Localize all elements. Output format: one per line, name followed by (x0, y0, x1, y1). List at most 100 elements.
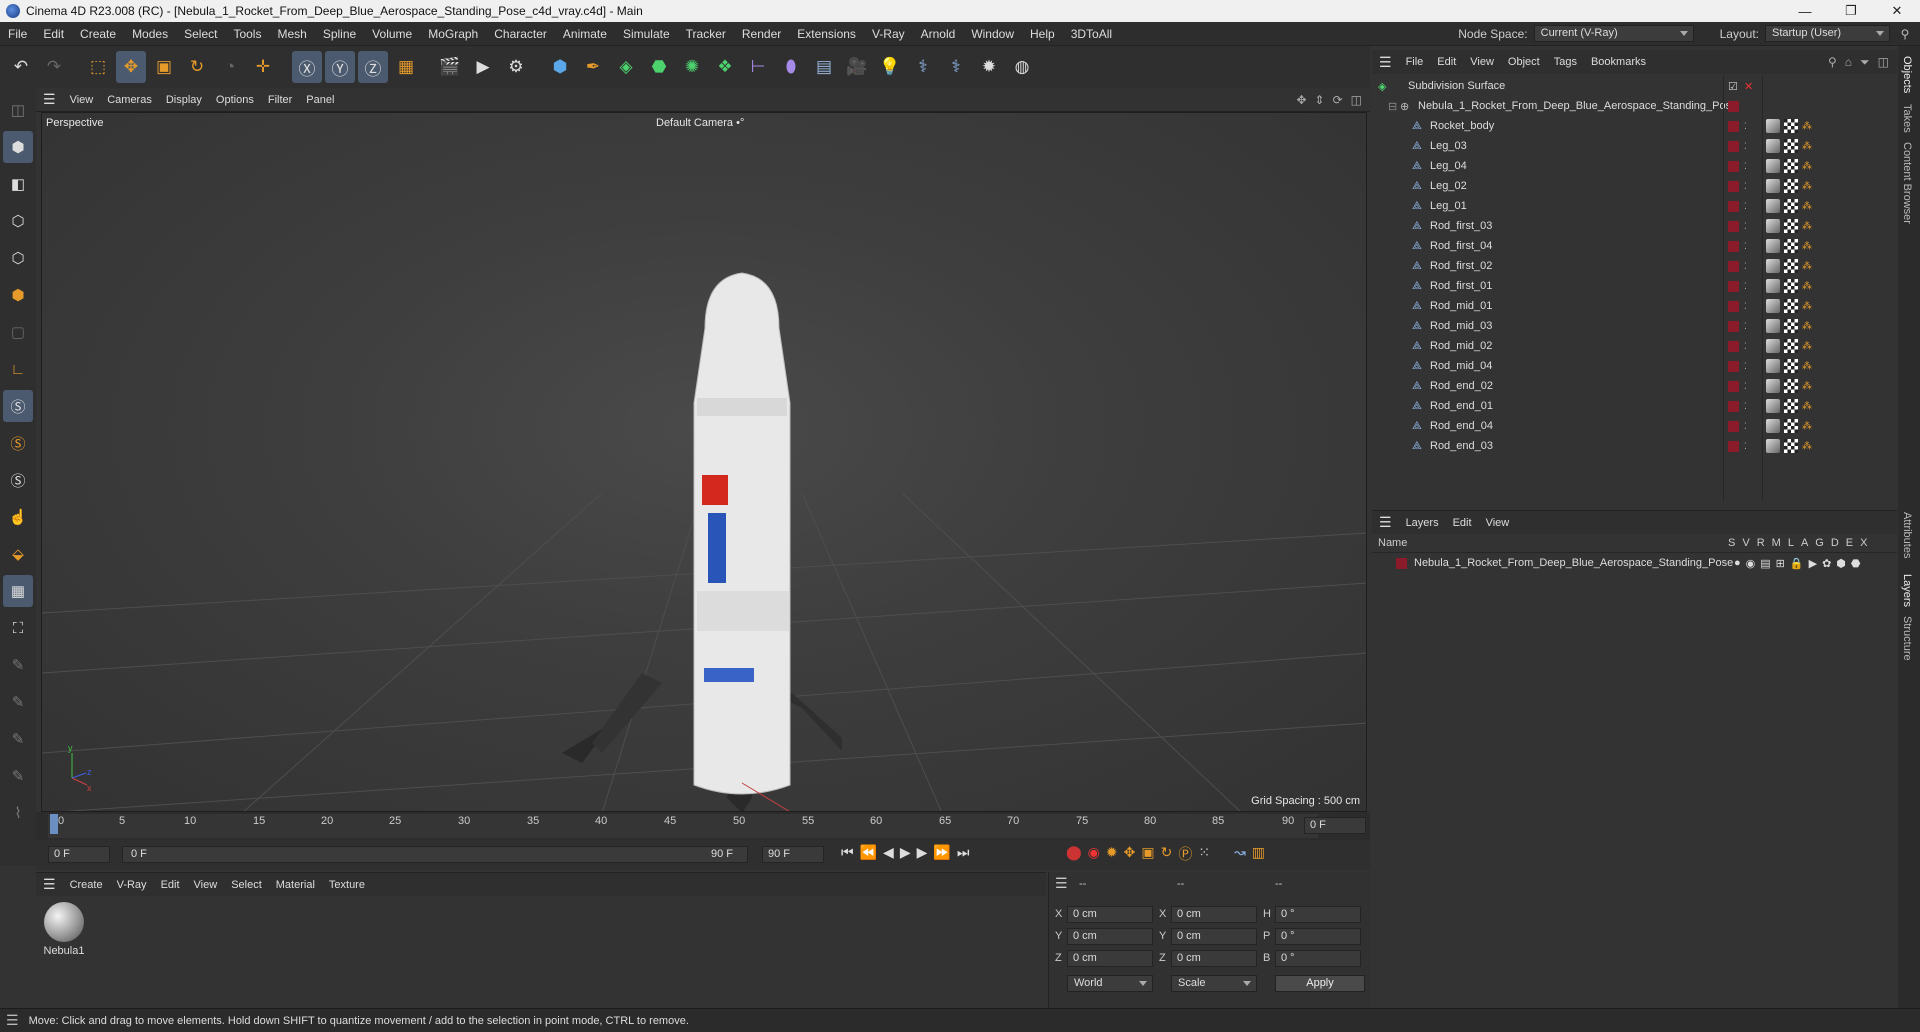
texture-tag-icon[interactable] (1784, 239, 1798, 253)
object-row-group[interactable]: ⊟ ⊕ Nebula_1_Rocket_From_Deep_Blue_Aeros… (1372, 96, 1897, 116)
rot-p-field[interactable]: 0 ° (1275, 928, 1361, 945)
rocket-model[interactable] (562, 272, 842, 812)
python-icon[interactable]: ⚕ (908, 51, 938, 83)
menu-edit[interactable]: Edit (35, 22, 72, 46)
material-menu-view[interactable]: View (187, 879, 225, 891)
menu-help[interactable]: Help (1022, 22, 1063, 46)
viewport-hamburger-icon[interactable]: ☰ (36, 91, 63, 108)
layer-color-icon[interactable] (1728, 260, 1739, 272)
tab-objects[interactable]: Objects (1901, 56, 1913, 93)
layer-color-icon[interactable] (1728, 120, 1739, 132)
current-frame-field[interactable]: 0 F (1304, 817, 1366, 834)
layer-lock-icon[interactable]: 🔒 (1790, 557, 1804, 570)
texture-tag-icon[interactable] (1784, 319, 1798, 333)
material-tag-icon[interactable] (1766, 299, 1780, 313)
vray-tag-icon[interactable]: ⁂ (1802, 401, 1812, 412)
tab-structure[interactable]: Structure (1901, 616, 1913, 661)
visibility-dots-icon[interactable]: ⁚ (1744, 341, 1747, 352)
brush-icon[interactable]: ✎ (3, 723, 33, 755)
layer-render-icon[interactable]: ▤ (1760, 557, 1770, 570)
key-scale-icon[interactable]: ▣ (1141, 844, 1154, 864)
sculpt-icon[interactable]: ✎ (3, 686, 33, 718)
size-z-field[interactable]: 0 cm (1171, 950, 1257, 967)
layer-color-icon[interactable] (1728, 220, 1739, 232)
layout-select[interactable]: Startup (User) (1765, 25, 1890, 42)
object-row[interactable]: ⟁ Rod_mid_02 ⁚ ⁂ (1372, 336, 1897, 356)
tab-attributes[interactable]: Attributes (1901, 512, 1913, 558)
status-hamburger-icon[interactable]: ☰ (6, 1012, 19, 1029)
timeline-track[interactable] (48, 814, 1318, 838)
polygons-mode-icon[interactable]: ⬢ (3, 279, 33, 311)
visibility-dots-icon[interactable]: ⁚ (1744, 441, 1747, 452)
object-row[interactable]: ⟁ Rod_end_04 ⁚ ⁂ (1372, 416, 1897, 436)
cube-icon[interactable]: ⬢ (545, 51, 575, 83)
snap-settings-icon[interactable]: Ⓢ (3, 427, 33, 459)
vray-tag-icon[interactable]: ⁂ (1802, 181, 1812, 192)
texture-tag-icon[interactable] (1784, 139, 1798, 153)
texture-tag-icon[interactable] (1784, 399, 1798, 413)
viewport-camera-name[interactable]: Default Camera •° (656, 117, 744, 129)
vray-tag-icon[interactable]: ⁂ (1802, 121, 1812, 132)
vray-tag-icon[interactable]: ⁂ (1802, 321, 1812, 332)
layer-expression-icon[interactable]: ⬣ (1851, 557, 1861, 570)
visibility-dots-icon[interactable]: ⁚ (1744, 381, 1747, 392)
key-pla-icon[interactable]: ⁙ (1198, 844, 1210, 864)
orbit-view-icon[interactable]: ⟳ (1333, 93, 1343, 107)
layer-color-icon[interactable] (1728, 440, 1739, 452)
vray-tag-icon[interactable]: ⁂ (1802, 381, 1812, 392)
edges-mode-icon[interactable]: ⬡ (3, 242, 33, 274)
texture-tag-icon[interactable] (1784, 299, 1798, 313)
vray-tag-icon[interactable]: ⁂ (1802, 301, 1812, 312)
goto-start-icon[interactable]: ⏮ (841, 844, 854, 861)
node-space-select[interactable]: Current (V-Ray) (1533, 25, 1694, 42)
visibility-dots-icon[interactable]: ⁚ (1744, 321, 1747, 332)
rot-h-field[interactable]: 0 ° (1275, 906, 1361, 923)
menu-select[interactable]: Select (176, 22, 225, 46)
extrude-icon[interactable]: ⬣ (644, 51, 674, 83)
visibility-dots-icon[interactable]: ⁚ (1744, 201, 1747, 212)
layer-hamburger-icon[interactable]: ☰ (1372, 514, 1399, 531)
visibility-dots-icon[interactable]: ⁚ (1744, 301, 1747, 312)
object-row[interactable]: ⟁ Rod_first_01 ⁚ ⁂ (1372, 276, 1897, 296)
render-picture-viewer-icon[interactable]: ▶ (468, 51, 498, 83)
deformer-icon[interactable]: ⊢ (743, 51, 773, 83)
texture-tag-icon[interactable] (1784, 359, 1798, 373)
layer-color-icon[interactable] (1728, 180, 1739, 192)
material-tag-icon[interactable] (1766, 139, 1780, 153)
viewport-menu-view[interactable]: View (63, 94, 101, 106)
key-position-icon[interactable]: ✥ (1124, 844, 1136, 864)
size-y-field[interactable]: 0 cm (1171, 928, 1257, 945)
visibility-dots-icon[interactable]: ⁚ (1744, 161, 1747, 172)
coordinate-system-icon[interactable]: ▦ (391, 51, 421, 83)
object-row[interactable]: ⟁ Rod_first_03 ⁚ ⁂ (1372, 216, 1897, 236)
snap-icon[interactable]: Ⓢ (3, 390, 33, 422)
layer-color-icon[interactable] (1728, 340, 1739, 352)
menu-3dtoall[interactable]: 3DToAll (1063, 22, 1120, 46)
menu-animate[interactable]: Animate (555, 22, 615, 46)
timeline-window-icon[interactable]: ▥ (1252, 844, 1265, 864)
menu-file[interactable]: File (0, 22, 35, 46)
redo-icon[interactable]: ↷ (39, 51, 69, 83)
recent-tools-icon[interactable]: ◔ (215, 51, 245, 83)
play-icon[interactable]: ▶ (900, 844, 911, 861)
layer-row[interactable]: Nebula_1_Rocket_From_Deep_Blue_Aerospace… (1372, 553, 1897, 573)
vray-tag-icon[interactable]: ⁂ (1802, 161, 1812, 172)
texture-tag-icon[interactable] (1784, 259, 1798, 273)
y-axis-lock-icon[interactable]: Ⓨ (325, 51, 355, 83)
object-row[interactable]: ⟁ Leg_01 ⁚ ⁂ (1372, 196, 1897, 216)
object-menu-tags[interactable]: Tags (1547, 56, 1584, 68)
texture-tag-icon[interactable] (1784, 179, 1798, 193)
dolly-view-icon[interactable]: ⇕ (1315, 93, 1325, 107)
layer-color-icon[interactable] (1728, 160, 1739, 172)
texture-mode-icon[interactable]: ◧ (3, 168, 33, 200)
rot-b-field[interactable]: 0 ° (1275, 950, 1361, 967)
material-tag-icon[interactable] (1766, 199, 1780, 213)
pos-z-field[interactable]: 0 cm (1067, 950, 1153, 967)
layer-color-icon[interactable] (1728, 280, 1739, 292)
search-icon[interactable]: ⚲ (1890, 27, 1920, 41)
move-tool-icon[interactable]: ✥ (116, 51, 146, 83)
pan-view-icon[interactable]: ✥ (1296, 93, 1306, 107)
menu-tools[interactable]: Tools (225, 22, 269, 46)
object-row[interactable]: ⟁ Rod_first_04 ⁚ ⁂ (1372, 236, 1897, 256)
x-axis-lock-icon[interactable]: Ⓧ (292, 51, 322, 83)
